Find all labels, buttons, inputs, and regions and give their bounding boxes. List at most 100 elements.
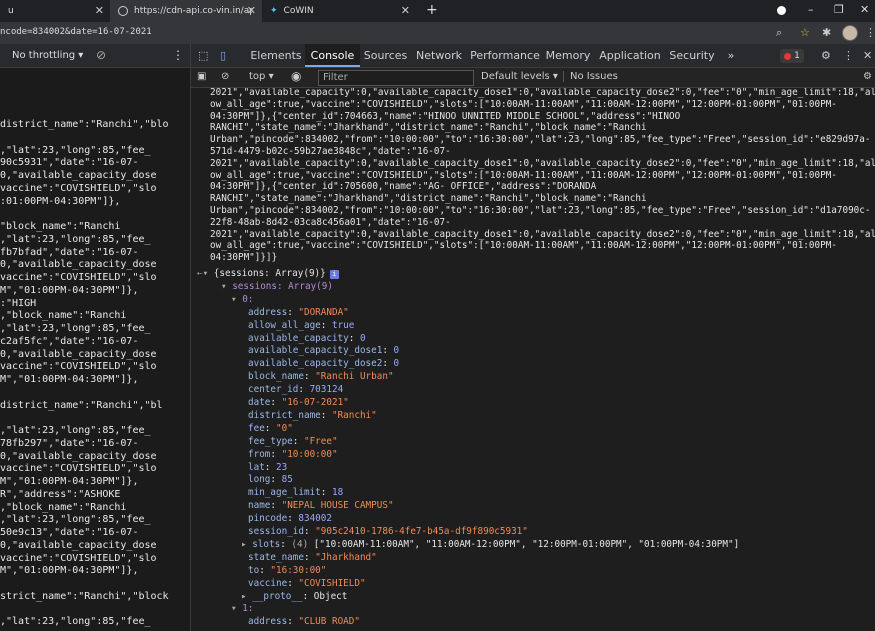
expand-arrow-icon[interactable]: ▾ [231,603,242,614]
levels-select[interactable]: Default levels ▾ [481,71,558,82]
property-key: address [248,616,288,628]
console-log-line: ow_all_age":true,"vaccine":"COVISHIELD",… [210,169,837,181]
star-icon[interactable]: ☆ [800,26,810,39]
index-0-row[interactable]: ▾ 0: [231,294,253,305]
zoom-icon[interactable]: ⌕ [776,26,782,40]
browser-tab-1[interactable]: https://cdn-api.co-vin.in/api/v2/a ✕ [110,0,262,22]
more-options-icon[interactable]: ⋮ [172,48,184,62]
tab-performance[interactable]: Performance [467,44,543,67]
json-line: :"HIGH [0,297,37,309]
close-devtools-icon[interactable]: ✕ [863,49,872,62]
property-value: 23 [276,461,288,473]
slots-row[interactable]: ▸ slots: (4) ["10:00AM-11:00AM", "11:00A… [241,539,739,550]
url-field[interactable]: ncode=834002&date=16-07-2021 [0,27,152,37]
throttle-select[interactable]: No throttling ▾ [12,50,83,61]
array-count: (4) [291,538,314,550]
restore-button[interactable]: ❐ [834,3,844,16]
console-log-line: 04:30PM"]}]} [210,252,278,264]
property-key: district_name [248,409,321,421]
json-line: district_name":"Ranchi","blo [0,119,169,130]
json-line: "block_name":"Ranchi [0,221,121,232]
json-line: ,"lat":23,"long":85,"fee_ [0,323,151,334]
eye-icon[interactable]: ◉ [291,69,301,83]
tab-memory[interactable]: Memory [543,44,593,67]
console-log-line: ow_all_age":true,"vaccine":"COVISHIELD",… [210,240,837,252]
property-value: "Free" [303,435,338,447]
colon: : [320,409,332,421]
menu-icon[interactable]: ⋮ [865,26,875,39]
close-tab-icon[interactable]: ✕ [247,4,256,17]
expand-arrow-icon[interactable]: ▸ [241,591,252,602]
device-toggle-icon[interactable]: ▯ [220,49,226,62]
browser-tab-0[interactable]: u ✕ [0,0,110,22]
json-line: district_name":"Ranchi","bl [0,399,163,411]
address-bar: ncode=834002&date=16-07-2021 ⌕ ☆ ✱ ⋮ [0,22,875,44]
console-log-line: Urban","pincode":834002,"from":"10:00:00… [210,134,871,146]
new-tab-button[interactable]: + [426,2,438,18]
close-tab-icon[interactable]: ✕ [401,4,410,17]
minimize-button[interactable]: – [808,3,814,16]
close-window-button[interactable]: ✕ [860,3,869,16]
object-preview: {sessions: Array(9)} [213,268,326,279]
property-row: district_name: "Ranchi" [248,410,377,421]
colon: : [264,461,276,473]
issues-button[interactable]: No Issues [563,71,618,82]
avatar[interactable] [842,25,858,41]
property-value: "Jharkhand" [315,551,377,563]
colon: : [287,306,299,318]
json-line: 0,"available_capacity_dose [0,170,157,181]
console-log-line: RANCHI","state_name":"Jharkhand","distri… [210,193,647,205]
expand-arrow-icon[interactable]: ▸ [241,539,252,550]
more-tabs-button[interactable]: » [721,44,741,67]
record-icon[interactable] [777,6,786,15]
sessions-label: sessions: Array(9) [232,280,333,292]
proto-row[interactable]: ▸ __proto__: Object [241,591,347,602]
console-log-line: 04:30PM"]},{"center_id":705600,"name":"A… [210,181,597,193]
property-key: available_capacity [248,332,349,344]
json-line: M","01:00PM-04:30PM"]}, [0,476,139,487]
browser-tab-2[interactable]: ✦ CoWIN ✕ [262,0,416,22]
close-tab-icon[interactable]: ✕ [95,4,104,17]
colon: : [270,500,282,512]
json-line: 0,"available_capacity_dose [0,539,157,551]
json-line: ,"lat":23,"long":85,"fee_ [0,514,151,526]
filter-input[interactable]: Filter [318,70,474,86]
index-1-row[interactable]: ▾ 1: [231,603,253,614]
extensions-icon[interactable]: ✱ [822,26,831,39]
tab-application[interactable]: Application [593,44,667,67]
object-header[interactable]: ⇠▾ {sessions: Array(9)} i [197,268,339,279]
json-line: :01:00PM-04:30PM"]}, [0,195,121,207]
tab-security[interactable]: Security [667,44,717,67]
property-key: min_age_limit [248,487,321,499]
tab-elements[interactable]: Elements [247,44,305,67]
colon: : [348,332,360,344]
console-settings-icon[interactable]: ⚙ [863,71,872,82]
console-log-line: ow_all_age":true,"vaccine":"COVISHIELD",… [210,98,837,110]
expand-arrow-icon[interactable]: ▾ [221,281,232,292]
property-row: block_name: "Ranchi Urban" [248,371,394,382]
json-line: vaccine":"COVISHIELD","slo [0,552,157,564]
offline-icon[interactable]: ⊘ [96,48,106,62]
property-row: min_age_limit: 18 [248,487,343,498]
clear-console-icon[interactable]: ⊘ [221,71,229,82]
sessions-row[interactable]: ▾ sessions: Array(9) [221,281,333,292]
property-value: "16-07-2021" [281,397,349,408]
expand-arrow-icon[interactable]: ⇠▾ [197,268,214,279]
property-value: 703124 [309,384,344,396]
property-row: state_name: "Jharkhand" [248,552,377,563]
expand-arrow-icon[interactable]: ▾ [231,294,242,305]
property-row: from: "10:00:00" [248,449,338,460]
settings-gear-icon[interactable]: ⚙ [821,49,831,62]
json-line: ,"lat":23,"long":85,"fee_ [0,425,151,436]
json-line: 78fb297","date":"16-07- [0,437,139,449]
tab-sources[interactable]: Sources [360,44,411,67]
devtools-menu-icon[interactable]: ⋮ [843,49,854,62]
context-select[interactable]: top ▾ [249,71,274,82]
tab-console[interactable]: Console [305,44,360,67]
sidebar-toggle-icon[interactable]: ▣ [197,71,206,82]
error-count-badge[interactable]: 1 [780,49,804,63]
inspect-element-icon[interactable]: ⬚ [198,49,208,62]
tab-network[interactable]: Network [411,44,467,67]
colon: : [298,384,310,396]
tab-title: https://cdn-api.co-vin.in/api/v2/a [134,6,252,16]
